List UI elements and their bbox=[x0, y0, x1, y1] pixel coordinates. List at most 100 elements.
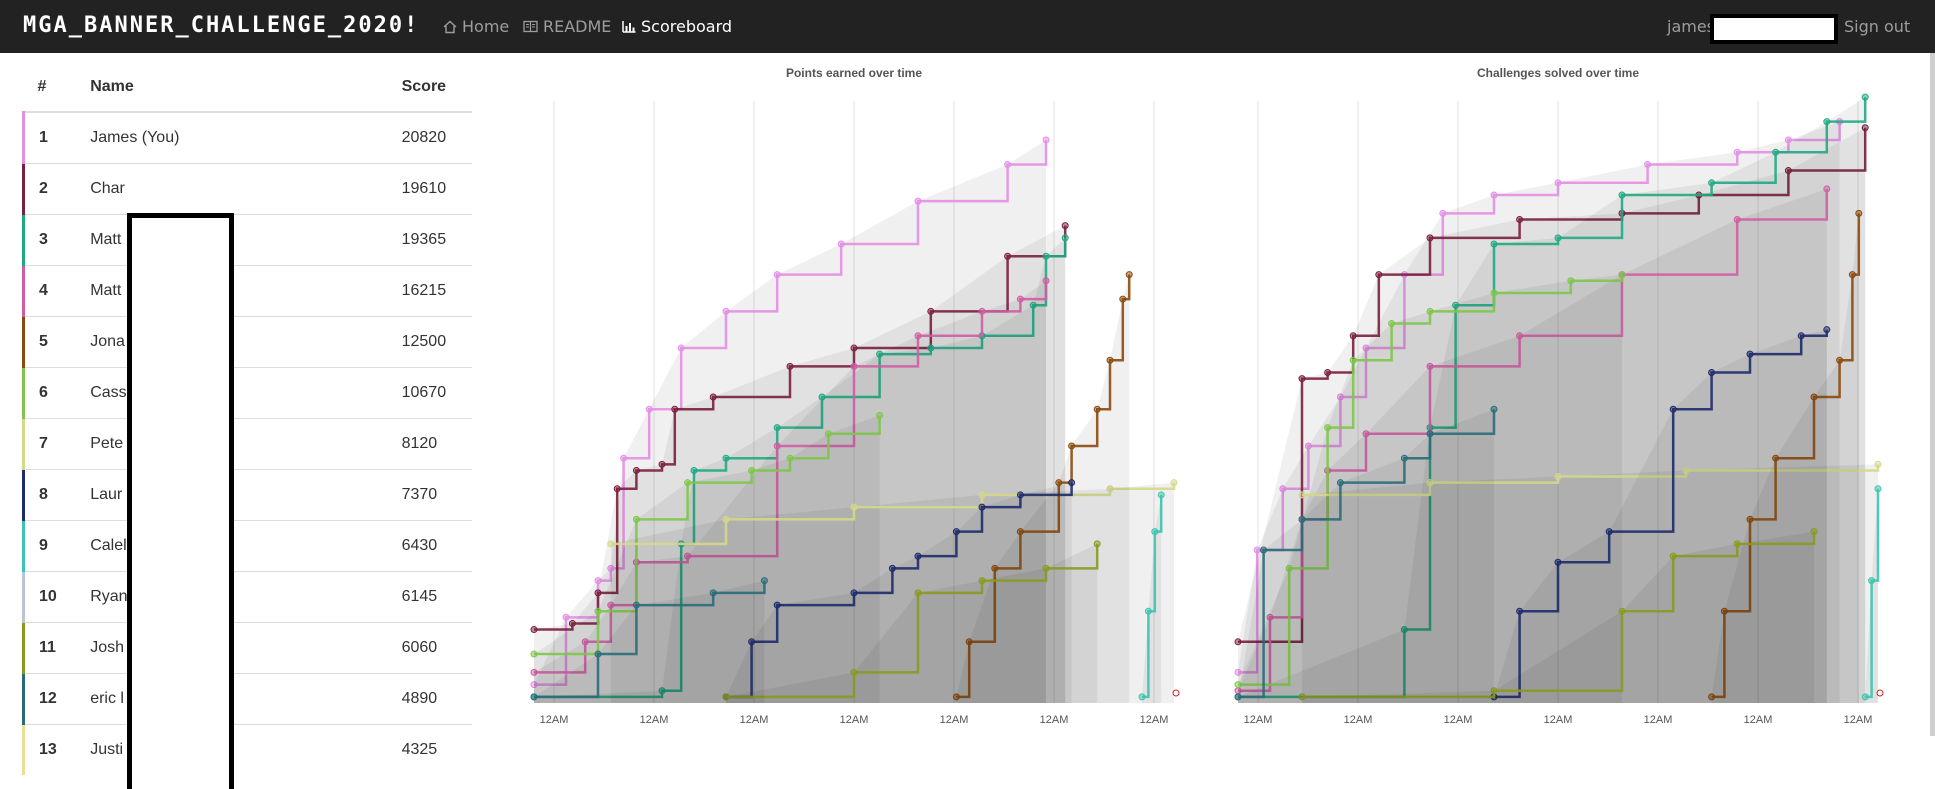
data-point[interactable] bbox=[914, 332, 922, 340]
data-point[interactable] bbox=[1042, 277, 1050, 285]
data-point[interactable] bbox=[722, 454, 730, 462]
data-point[interactable] bbox=[594, 589, 602, 597]
data-point[interactable] bbox=[613, 485, 621, 493]
data-point[interactable] bbox=[1093, 405, 1101, 413]
data-point[interactable] bbox=[1426, 430, 1434, 438]
data-point[interactable] bbox=[658, 460, 666, 468]
data-point[interactable] bbox=[1772, 148, 1780, 156]
data-point[interactable] bbox=[1848, 271, 1856, 279]
data-point[interactable] bbox=[677, 344, 685, 352]
data-point[interactable] bbox=[1298, 491, 1306, 499]
data-point[interactable] bbox=[952, 528, 960, 536]
data-point[interactable] bbox=[1144, 607, 1152, 615]
data-point[interactable] bbox=[1004, 252, 1012, 260]
data-point[interactable] bbox=[671, 405, 679, 413]
data-point[interactable] bbox=[1260, 546, 1268, 554]
data-point[interactable] bbox=[1669, 552, 1677, 560]
nav-home[interactable]: Home bbox=[443, 17, 509, 36]
data-point[interactable] bbox=[1439, 209, 1447, 217]
nav-readme[interactable]: README bbox=[523, 17, 611, 36]
data-point[interactable] bbox=[786, 454, 794, 462]
data-point[interactable] bbox=[914, 589, 922, 597]
data-point[interactable] bbox=[1618, 607, 1626, 615]
data-point[interactable] bbox=[1644, 160, 1652, 168]
data-point[interactable] bbox=[888, 564, 896, 572]
data-point[interactable] bbox=[773, 271, 781, 279]
data-point[interactable] bbox=[1861, 93, 1869, 101]
data-point[interactable] bbox=[748, 466, 756, 474]
data-point[interactable] bbox=[1138, 693, 1146, 701]
data-point[interactable] bbox=[1061, 234, 1069, 242]
data-point[interactable] bbox=[1605, 528, 1613, 536]
data-point[interactable] bbox=[1554, 473, 1562, 481]
data-point[interactable] bbox=[1823, 118, 1831, 126]
data-point[interactable] bbox=[850, 344, 858, 352]
data-point[interactable] bbox=[1708, 369, 1716, 377]
data-point[interactable] bbox=[786, 362, 794, 370]
header-rank[interactable]: # bbox=[23, 63, 90, 113]
data-point[interactable] bbox=[773, 442, 781, 450]
data-point[interactable] bbox=[1874, 460, 1882, 468]
data-point[interactable] bbox=[850, 589, 858, 597]
data-point[interactable] bbox=[1093, 540, 1101, 548]
data-point[interactable] bbox=[690, 466, 698, 474]
data-point[interactable] bbox=[850, 503, 858, 511]
data-point[interactable] bbox=[1157, 491, 1165, 499]
user-name[interactable]: james bbox=[1667, 17, 1715, 36]
data-point[interactable] bbox=[1298, 515, 1306, 523]
data-point[interactable] bbox=[1490, 289, 1498, 297]
data-point[interactable] bbox=[607, 540, 615, 548]
data-point[interactable] bbox=[1823, 185, 1831, 193]
data-point[interactable] bbox=[914, 552, 922, 560]
data-point[interactable] bbox=[1810, 528, 1818, 536]
data-point[interactable] bbox=[1068, 442, 1076, 450]
data-point[interactable] bbox=[1618, 191, 1626, 199]
data-point[interactable] bbox=[1324, 424, 1332, 432]
data-point[interactable] bbox=[1016, 491, 1024, 499]
data-point[interactable] bbox=[530, 626, 538, 634]
data-point[interactable] bbox=[876, 411, 884, 419]
data-point[interactable] bbox=[594, 650, 602, 658]
data-point[interactable] bbox=[530, 650, 538, 658]
data-point[interactable] bbox=[1016, 295, 1024, 303]
data-point[interactable] bbox=[1234, 693, 1242, 701]
data-point[interactable] bbox=[1234, 638, 1242, 646]
data-point[interactable] bbox=[1490, 405, 1498, 413]
data-point[interactable] bbox=[1836, 356, 1844, 364]
data-point[interactable] bbox=[1151, 528, 1159, 536]
data-point[interactable] bbox=[978, 307, 986, 315]
data-point[interactable] bbox=[824, 430, 832, 438]
data-point[interactable] bbox=[1388, 320, 1396, 328]
data-point[interactable] bbox=[978, 503, 986, 511]
data-point[interactable] bbox=[914, 197, 922, 205]
data-point[interactable] bbox=[837, 240, 845, 248]
header-name[interactable]: Name bbox=[89, 63, 401, 113]
data-point[interactable] bbox=[568, 619, 576, 627]
data-point[interactable] bbox=[1868, 577, 1876, 585]
data-point[interactable] bbox=[1119, 295, 1127, 303]
data-point[interactable] bbox=[1106, 356, 1114, 364]
data-point[interactable] bbox=[632, 466, 640, 474]
data-point[interactable] bbox=[1861, 693, 1869, 701]
data-point[interactable] bbox=[1733, 148, 1741, 156]
data-point[interactable] bbox=[1797, 332, 1805, 340]
data-point[interactable] bbox=[927, 307, 935, 315]
data-point[interactable] bbox=[850, 668, 858, 676]
data-point[interactable] bbox=[709, 393, 717, 401]
data-point[interactable] bbox=[1400, 454, 1408, 462]
header-score[interactable]: Score bbox=[400, 63, 472, 113]
data-point[interactable] bbox=[1349, 356, 1357, 364]
data-point[interactable] bbox=[1554, 234, 1562, 242]
data-point[interactable] bbox=[1426, 307, 1434, 315]
data-point[interactable] bbox=[1874, 485, 1882, 493]
data-point[interactable] bbox=[632, 515, 640, 523]
row-name[interactable]: James (You) bbox=[89, 111, 401, 164]
data-point[interactable] bbox=[1855, 209, 1863, 217]
data-point[interactable] bbox=[1554, 558, 1562, 566]
data-point[interactable] bbox=[1784, 136, 1792, 144]
data-point[interactable] bbox=[1375, 271, 1383, 279]
data-point[interactable] bbox=[722, 515, 730, 523]
data-point[interactable] bbox=[1324, 369, 1332, 377]
data-point[interactable] bbox=[1708, 179, 1716, 187]
brand-logo[interactable]: MGA_BANNER_CHALLENGE_2020! bbox=[23, 13, 419, 38]
